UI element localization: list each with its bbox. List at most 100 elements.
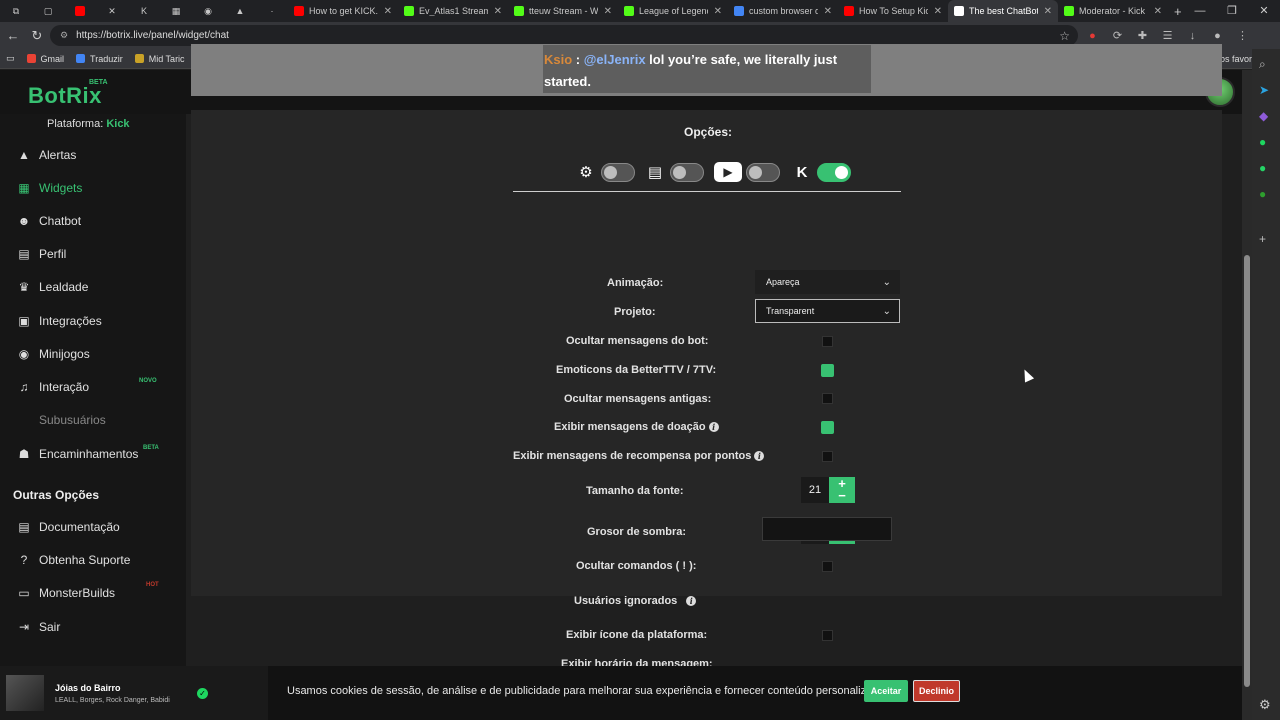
browser-tab[interactable]: League of Legend ✕ [618, 0, 728, 22]
album-cover[interactable] [6, 675, 44, 711]
sidebar-item-chatbot[interactable]: ☻ Chatbot [16, 214, 81, 228]
download-icon[interactable]: ↓ [1180, 30, 1205, 42]
bookmarks-apps-icon[interactable]: ▭ [6, 53, 15, 64]
browser-tab[interactable]: Ev_Atlas1 Stream ✕ [398, 0, 508, 22]
tab-pinned-1[interactable]: ▢ [32, 0, 64, 22]
profile-icon[interactable]: ● [1205, 30, 1230, 42]
chat-mention: @elJenrix [583, 52, 646, 67]
shadow-label: Grosor de sombra: [587, 526, 687, 538]
profile-card-icon: ▤ [18, 247, 30, 261]
minus-icon[interactable]: − [838, 489, 846, 502]
info-icon[interactable]: i [754, 451, 765, 461]
song-title[interactable]: Jóias do Bairro [55, 683, 121, 693]
close-tab-icon[interactable]: ✕ [824, 6, 832, 17]
close-tab-icon[interactable]: ✕ [1044, 6, 1052, 17]
scrollbar-thumb[interactable] [1244, 255, 1250, 687]
platform-toggle[interactable] [817, 162, 851, 182]
restore-icon[interactable]: ❐ [1216, 0, 1248, 22]
address-bar[interactable]: ⚙ https://botrix.live/panel/widget/chat … [50, 25, 1078, 46]
tab-pinned-2[interactable]: ✕ [96, 0, 128, 22]
sidebar-item-perfil[interactable]: ▤ Perfil [16, 247, 66, 261]
reward-checkbox[interactable] [822, 451, 833, 462]
close-window-icon[interactable]: ✕ [1248, 0, 1280, 22]
sidebar-item-widgets[interactable]: ▦ Widgets [16, 181, 82, 195]
tab-favicon-icon [514, 6, 524, 16]
accept-cookies-button[interactable]: Aceitar [864, 680, 908, 702]
bookmark-item[interactable]: Mid Taric [134, 54, 185, 64]
extension-sync-icon[interactable]: ⟳ [1105, 29, 1130, 42]
tab-pinned-5[interactable]: ◉ [192, 0, 224, 22]
close-tab-icon[interactable]: ✕ [604, 6, 612, 17]
close-tab-icon[interactable]: ✕ [1154, 6, 1162, 17]
sidebar-other-item[interactable]: ⇥ Sair [16, 620, 60, 634]
hide-old-checkbox[interactable] [822, 393, 833, 404]
sidebar-item-interacao[interactable]: ♫ Interação [16, 380, 90, 394]
sidebar-item-lealdade[interactable]: ♛ Lealdade [16, 280, 89, 294]
reload-icon[interactable]: ↻ [25, 28, 49, 44]
browser-tab[interactable]: custom browser d ✕ [728, 0, 838, 22]
extensions-puzzle-icon[interactable]: ✚ [1130, 29, 1155, 42]
browser-tab[interactable]: How to get KICK.C ✕ [288, 0, 398, 22]
extension-green-icon[interactable]: ● [1259, 187, 1266, 201]
spotify-icon[interactable]: ● [1259, 135, 1266, 149]
platform-toggle-group: ⚙ [575, 162, 635, 182]
site-info-icon[interactable]: ⚙ [60, 30, 68, 41]
tab-pinned-3[interactable]: K [128, 0, 160, 22]
sidebar-item-alertas[interactable]: ▲ Alertas [16, 148, 76, 162]
tab-favicon-icon [624, 6, 634, 16]
platform-toggle[interactable] [601, 162, 635, 182]
sidebar-item-subusuarios[interactable]: Subusuários [39, 413, 106, 427]
bookmark-star-icon[interactable]: ☆ [1059, 29, 1070, 43]
sidebar-other-item[interactable]: ? Obtenha Suporte [16, 553, 131, 567]
botrix-logo[interactable]: BotRix [28, 83, 102, 109]
toggle-knob [673, 165, 686, 179]
info-icon[interactable]: i [708, 422, 719, 432]
platform-toggle[interactable] [746, 162, 780, 182]
sidebar-item-integracoes[interactable]: ▣ Integrações [16, 314, 101, 328]
whatsapp-icon[interactable]: ● [1259, 161, 1266, 175]
close-tab-icon[interactable]: ✕ [494, 6, 502, 17]
settings-gear-icon[interactable]: ⚙ [1259, 697, 1271, 713]
extension-purple-icon[interactable]: ◆ [1259, 109, 1268, 123]
liked-check-icon[interactable]: ✓ [197, 688, 208, 699]
search-icon[interactable]: ⌕ [1259, 57, 1266, 72]
donation-checkbox[interactable] [821, 421, 834, 434]
close-tab-icon[interactable]: ✕ [934, 6, 942, 17]
reading-list-icon[interactable]: ☰ [1155, 29, 1180, 42]
sidebar-other-item[interactable]: ▤ Documentação [16, 520, 119, 534]
sidebar-other-item[interactable]: ▭ MonsterBuilds [16, 586, 115, 600]
menu-dots-icon[interactable]: ⋮ [1230, 29, 1255, 42]
tab-pinned-youtube[interactable] [64, 0, 96, 22]
emotes-checkbox[interactable] [821, 364, 834, 377]
close-tab-icon[interactable]: ✕ [384, 6, 392, 17]
browser-tab[interactable]: The best ChatBot ✕ [948, 0, 1058, 22]
sidebar-item-encaminhamentos[interactable]: ☗ Encaminhamentos [16, 447, 139, 461]
tab-pinned-6[interactable]: ▲ [224, 0, 256, 22]
browser-tab[interactable]: How To Setup Kick ✕ [838, 0, 948, 22]
animation-select[interactable]: Apareça ⌄ [755, 270, 900, 294]
song-artist[interactable]: LEALL, Borges, Rock Danger, Babidi [55, 697, 170, 704]
hide-bot-checkbox[interactable] [822, 336, 833, 347]
tab-search-icon[interactable]: ⧉ [0, 0, 32, 22]
info-icon[interactable]: i [686, 596, 697, 606]
close-tab-icon[interactable]: ✕ [714, 6, 722, 17]
sidebar-item-minijogos[interactable]: ◉ Minijogos [16, 347, 90, 361]
decline-cookies-button[interactable]: Declinio [913, 680, 960, 702]
hide-commands-checkbox[interactable] [822, 561, 833, 572]
bookmark-item[interactable]: Traduzir [76, 54, 123, 64]
platform-toggle[interactable] [670, 162, 704, 182]
platform-icon-checkbox[interactable] [822, 630, 833, 641]
minimize-icon[interactable]: — [1184, 0, 1216, 22]
tab-pinned-7[interactable]: · [256, 0, 288, 22]
browser-tab[interactable]: tteuw Stream - Wa ✕ [508, 0, 618, 22]
project-select[interactable]: Transparent ⌄ [755, 299, 900, 323]
add-sidebar-icon[interactable]: + [1259, 232, 1266, 246]
font-size-value[interactable]: 21 [801, 477, 829, 503]
back-icon[interactable]: ← [1, 28, 25, 43]
telegram-icon[interactable]: ➤ [1259, 83, 1269, 97]
browser-tab[interactable]: Moderator - Kick ✕ [1058, 0, 1168, 22]
ignored-users-input[interactable] [762, 517, 892, 541]
bookmark-item[interactable]: Gmail [26, 54, 64, 64]
extension-red-icon[interactable]: ● [1080, 30, 1105, 42]
tab-pinned-4[interactable]: ▦ [160, 0, 192, 22]
